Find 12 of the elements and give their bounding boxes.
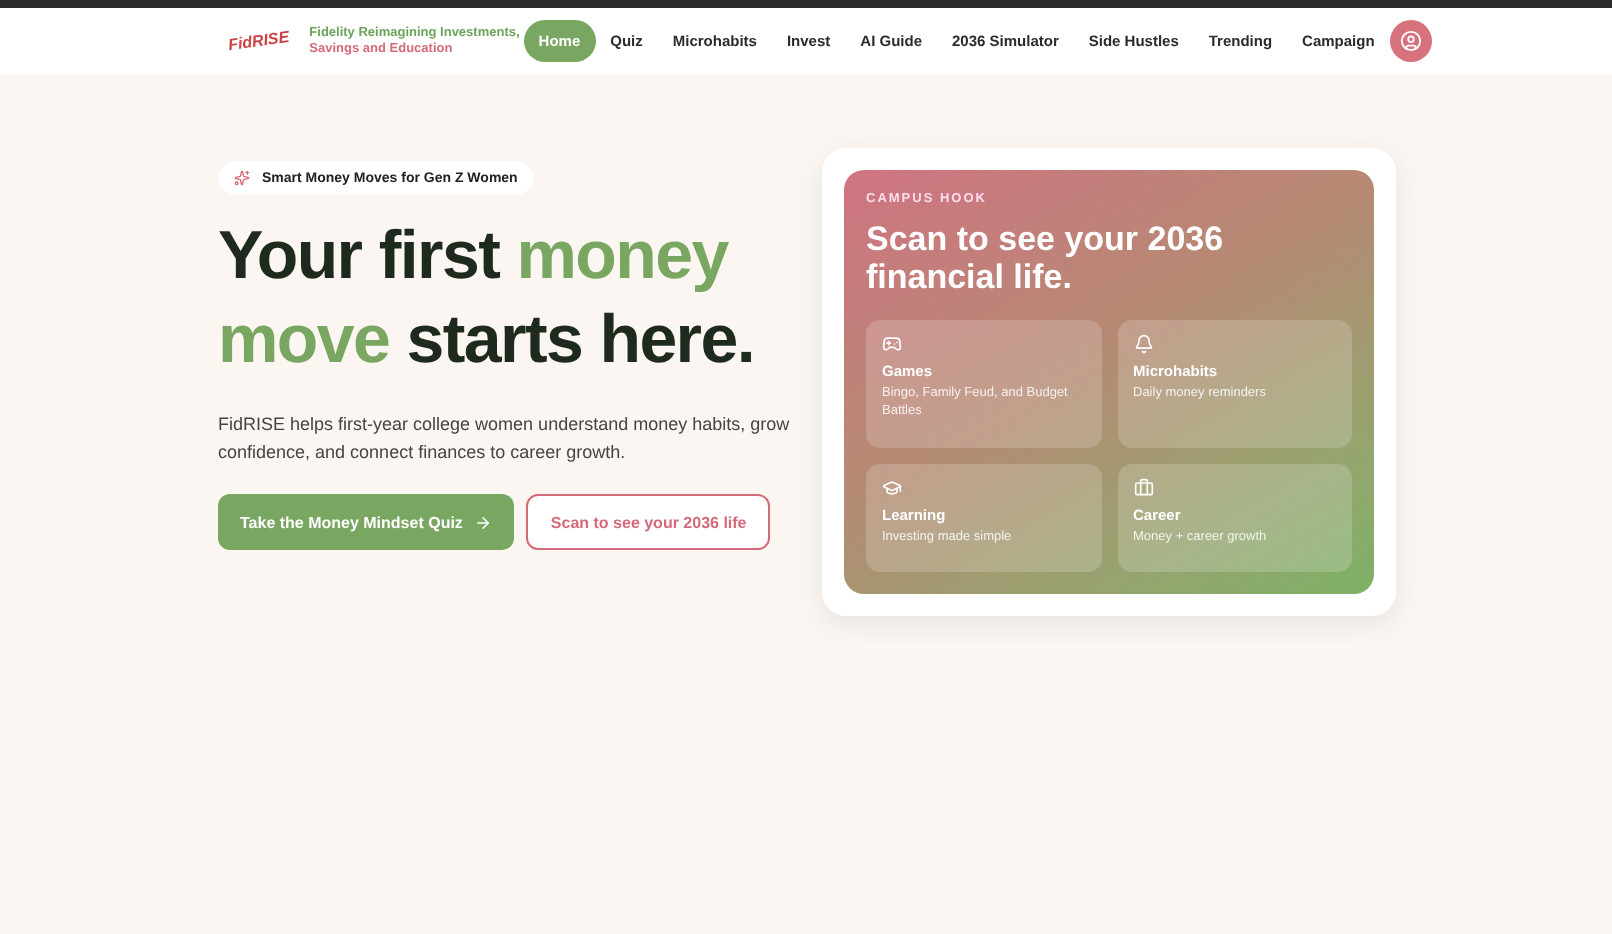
graduation-cap-icon — [882, 477, 902, 497]
gamepad-icon — [882, 334, 902, 354]
card-title: Scan to see your 2036 financial life. — [866, 220, 1226, 296]
user-button[interactable] — [1389, 20, 1432, 62]
sparkle-icon — [234, 170, 250, 186]
headline: Your first money move starts here. — [218, 216, 754, 382]
briefcase-icon — [1133, 477, 1153, 497]
user-icon — [1399, 30, 1422, 52]
logo[interactable]: FidRISE — [227, 27, 291, 55]
arrow-right-icon — [474, 513, 493, 531]
bell-icon — [1133, 334, 1153, 354]
description: FidRISE helps first-year college women understand money habits, grow confidence, and connect finances to career growth. — [218, 412, 792, 466]
